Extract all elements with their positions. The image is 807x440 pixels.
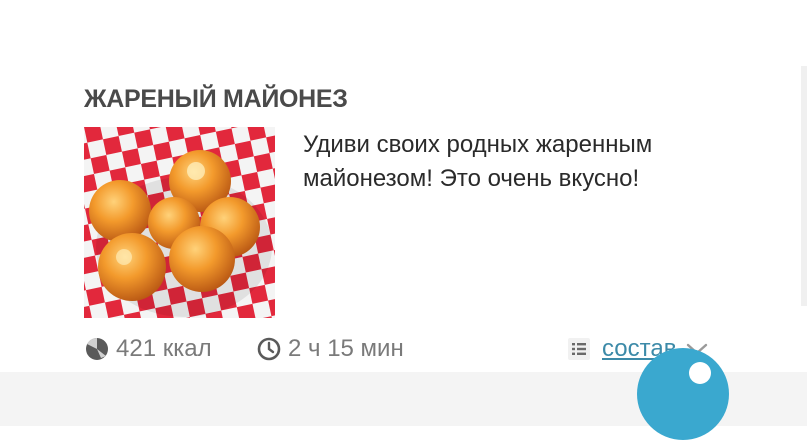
- floating-action-button[interactable]: [637, 348, 729, 440]
- fab-dot-icon: [689, 362, 711, 384]
- calories-meta: 421 ккал: [84, 333, 212, 365]
- clock-icon: [257, 337, 281, 361]
- recipe-title[interactable]: ЖАРЕНЫЙ МАЙОНЕЗ: [84, 85, 348, 114]
- calories-gauge-icon: [86, 337, 108, 360]
- fried-mayo-balls-image: [84, 127, 275, 318]
- cook-time-value: 2 ч 15 мин: [288, 335, 404, 362]
- cook-time-meta: 2 ч 15 мин: [256, 333, 404, 365]
- right-edge-strip: [801, 66, 807, 306]
- recipe-photo[interactable]: [84, 127, 275, 318]
- calories-value: 421 ккал: [116, 335, 212, 362]
- top-band: [0, 0, 807, 40]
- recipe-description: Удиви своих родных жаренным майонезом! Э…: [303, 131, 653, 192]
- list-icon: [568, 338, 590, 360]
